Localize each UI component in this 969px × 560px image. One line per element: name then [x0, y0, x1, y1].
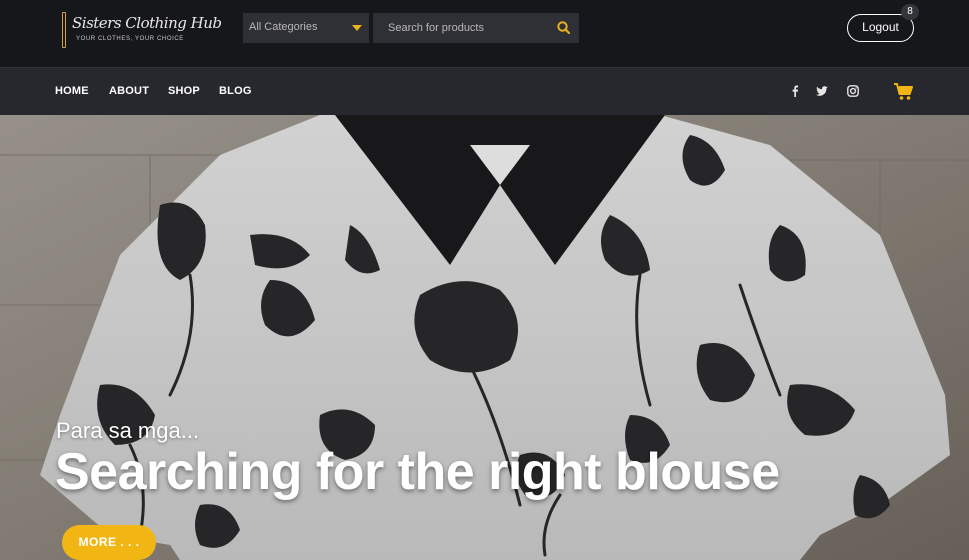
nav-item-shop[interactable]: SHOP	[168, 85, 200, 97]
top-header: Sisters Clothing Hub YOUR CLOTHES, YOUR …	[0, 0, 969, 67]
search-box	[373, 13, 579, 43]
brand-logo[interactable]: Sisters Clothing Hub YOUR CLOTHES, YOUR …	[62, 12, 222, 52]
logo-mark	[62, 12, 66, 48]
brand-name: Sisters Clothing Hub	[72, 14, 222, 32]
hero-subtitle: Para sa mga...	[56, 418, 200, 443]
hero-banner: Para sa mga... Searching for the right b…	[0, 115, 969, 560]
cart-icon[interactable]	[893, 82, 915, 102]
facebook-icon[interactable]	[788, 84, 802, 98]
category-select-value: All Categories	[249, 21, 318, 33]
instagram-icon[interactable]	[846, 84, 860, 98]
hero-title: Searching for the right blouse	[55, 443, 780, 501]
nav-item-home[interactable]: HOME	[55, 85, 89, 97]
brand-tagline: YOUR CLOTHES, YOUR CHOICE	[76, 36, 184, 42]
more-button[interactable]: MORE . . .	[62, 525, 156, 560]
nav-item-blog[interactable]: BLOG	[219, 85, 252, 97]
caret-down-icon	[352, 25, 362, 31]
search-input[interactable]	[373, 13, 549, 43]
category-select[interactable]: All Categories	[243, 13, 369, 43]
main-nav: HOME ABOUT SHOP BLOG	[0, 67, 969, 115]
search-icon[interactable]	[555, 19, 573, 37]
twitter-icon[interactable]	[815, 84, 829, 98]
cart-count-badge: 8	[901, 4, 919, 20]
nav-item-about[interactable]: ABOUT	[109, 85, 149, 97]
